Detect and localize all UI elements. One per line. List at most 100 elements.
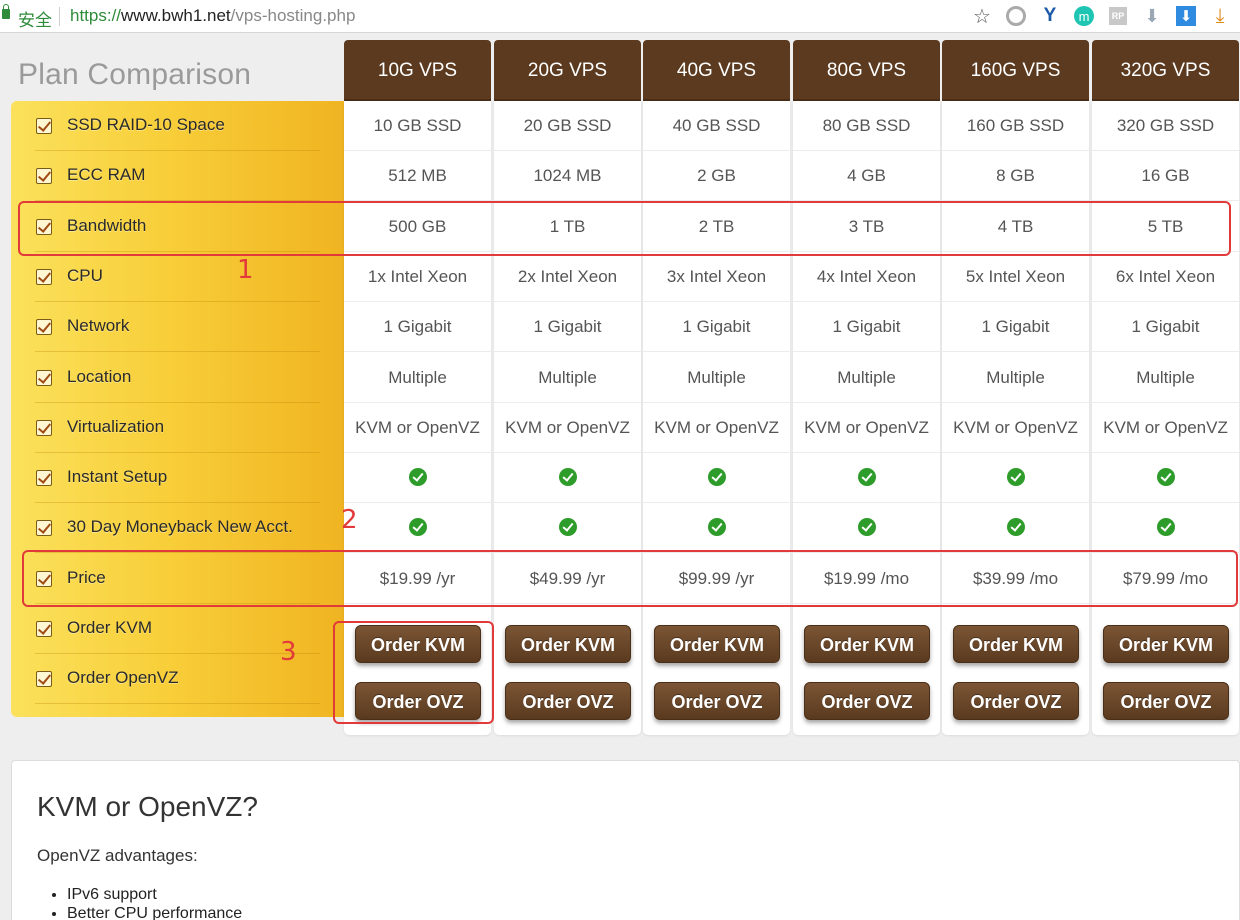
green-check-icon xyxy=(408,468,427,487)
plan-cell-moneyback xyxy=(344,503,491,554)
feature-label: Network xyxy=(67,316,130,336)
plan-cell-location: Multiple xyxy=(793,353,940,403)
plan-cell-location: Multiple xyxy=(1092,353,1239,403)
plan-cell-virt: KVM or OpenVZ xyxy=(344,403,491,453)
plan-cell-location: Multiple xyxy=(494,353,641,403)
feature-label: SSD RAID-10 Space xyxy=(67,115,225,134)
plan-cell-ssd: 20 GB SSD xyxy=(494,101,641,151)
plan-cell-location: Multiple xyxy=(643,353,790,403)
url-scheme: https:// xyxy=(70,6,122,25)
plan-cell-ssd: 320 GB SSD xyxy=(1092,101,1239,151)
plan-cell-location: Multiple xyxy=(942,353,1089,403)
extension-rp-icon[interactable]: RP xyxy=(1106,4,1130,28)
plan-cell-ssd: 40 GB SSD xyxy=(643,101,790,151)
plan-cell-ram: 512 MB xyxy=(344,151,491,202)
extension-m-icon[interactable]: m xyxy=(1072,4,1096,28)
plan-cell-instant-setup xyxy=(1092,453,1239,504)
green-check-icon xyxy=(857,468,876,487)
plan-cell-network: 1 Gigabit xyxy=(1092,302,1239,353)
plan-header: 320G VPS xyxy=(1092,40,1239,101)
url-text[interactable]: https://www.bwh1.net/vps-hosting.php xyxy=(70,6,355,26)
plan-cell-cpu: 6x Intel Xeon xyxy=(1092,252,1239,302)
order-ovz-button[interactable]: Order OVZ xyxy=(1103,682,1229,720)
order-ovz-button[interactable]: Order OVZ xyxy=(505,682,631,720)
plan-cell-cpu: 4x Intel Xeon xyxy=(793,252,940,302)
checkbox-icon xyxy=(36,319,52,336)
plan-cell-network: 1 Gigabit xyxy=(793,302,940,353)
download-tray-icon[interactable]: ⤓ xyxy=(1208,4,1232,28)
plan-cell-instant-setup xyxy=(793,453,940,504)
order-kvm-button[interactable]: Order KVM xyxy=(505,625,631,663)
extension-g-icon[interactable] xyxy=(1004,4,1028,28)
green-check-icon xyxy=(558,468,577,487)
info-subheading: OpenVZ advantages: xyxy=(37,846,198,865)
plan-cell-virt: KVM or OpenVZ xyxy=(643,403,790,453)
plan-cell-instant-setup xyxy=(494,453,641,504)
plan-cell-ram: 1024 MB xyxy=(494,151,641,202)
plan-cell-ram: 2 GB xyxy=(643,151,790,202)
plan-cell-cpu: 3x Intel Xeon xyxy=(643,252,790,302)
info-heading: KVM or OpenVZ? xyxy=(37,791,258,822)
green-check-icon xyxy=(1006,518,1025,537)
plan-name: 40G VPS xyxy=(676,60,757,81)
green-check-icon xyxy=(707,468,726,487)
plan-cell-ram: 4 GB xyxy=(793,151,940,202)
plan-cell-virt: KVM or OpenVZ xyxy=(1092,403,1239,453)
green-check-icon xyxy=(857,518,876,537)
order-kvm-button[interactable]: Order KVM xyxy=(654,625,780,663)
url-path: /vps-hosting.php xyxy=(230,6,356,25)
checkbox-icon xyxy=(36,419,52,436)
annotation-box-bandwidth xyxy=(18,201,1231,256)
info-bullet: IPv6 support xyxy=(67,885,242,904)
order-kvm-button[interactable]: Order KVM xyxy=(1103,625,1229,663)
plan-name: 10G VPS xyxy=(377,60,458,81)
download-arrow-icon[interactable]: ⬇ xyxy=(1140,4,1164,28)
feature-panel: SSD RAID-10 Space ECC RAM Bandwidth CPU Netw… xyxy=(11,101,344,717)
annotation-number-3: 3 xyxy=(280,637,297,667)
green-check-icon xyxy=(558,518,577,537)
order-kvm-button[interactable]: Order KVM xyxy=(804,625,930,663)
plan-header: 80G VPS xyxy=(793,40,940,101)
feature-label: CPU xyxy=(67,265,103,285)
green-check-icon xyxy=(1156,518,1175,537)
plan-cell-virt: KVM or OpenVZ xyxy=(942,403,1089,453)
order-kvm-button[interactable]: Order KVM xyxy=(953,625,1079,663)
plan-cell-cpu: 1x Intel Xeon xyxy=(344,252,491,302)
plan-column: 20 GB SSD 1024 MB 1 TB 2x Intel Xeon 1 Gigab… xyxy=(494,101,641,735)
star-icon[interactable]: ☆ xyxy=(970,4,994,28)
plan-name: 80G VPS xyxy=(826,60,907,81)
checkbox-icon xyxy=(36,369,52,386)
extension-y-icon[interactable]: Y xyxy=(1038,4,1062,28)
info-card: KVM or OpenVZ? OpenVZ advantages: IPv6 s… xyxy=(11,760,1240,920)
annotation-number-2: 2 xyxy=(341,505,358,535)
feature-row: CPU xyxy=(11,252,344,302)
order-ovz-button[interactable]: Order OVZ xyxy=(953,682,1079,720)
feature-label: 30 Day Moneyback New Acct. xyxy=(67,517,293,537)
plan-cell-cpu: 2x Intel Xeon xyxy=(494,252,641,302)
plan-column: 320 GB SSD 16 GB 5 TB 6x Intel Xeon 1 Gigabi… xyxy=(1092,101,1239,735)
feature-label: Order OpenVZ xyxy=(67,668,179,688)
plan-cell-network: 1 Gigabit xyxy=(344,302,491,353)
feature-row: Virtualization xyxy=(11,403,344,453)
download-box-icon[interactable]: ⬇ xyxy=(1174,4,1198,28)
plan-cell-ssd: 10 GB SSD xyxy=(344,101,491,151)
green-check-icon xyxy=(1006,468,1025,487)
plan-name: 160G VPS xyxy=(970,60,1061,81)
plan-cell-instant-setup xyxy=(344,453,491,504)
plan-cell-network: 1 Gigabit xyxy=(494,302,641,353)
feature-row: 30 Day Moneyback New Acct. xyxy=(11,503,344,554)
page-title: Plan Comparison xyxy=(18,58,252,91)
plan-header: 40G VPS xyxy=(643,40,790,101)
plan-cell-network: 1 Gigabit xyxy=(942,302,1089,353)
feature-label: Location xyxy=(67,366,132,386)
feature-label: Order KVM xyxy=(67,618,153,637)
address-bar[interactable]: 安全 https://www.bwh1.net/vps-hosting.php … xyxy=(0,0,1240,33)
order-ovz-button[interactable]: Order OVZ xyxy=(804,682,930,720)
info-bullet: Better CPU performance xyxy=(67,904,242,920)
order-ovz-button[interactable]: Order OVZ xyxy=(654,682,780,720)
plan-cell-instant-setup xyxy=(643,453,790,504)
plan-cell-moneyback xyxy=(1092,503,1239,554)
plan-name: 20G VPS xyxy=(527,60,608,81)
info-bullet-list: IPv6 support Better CPU performance xyxy=(67,885,242,920)
plan-cell-moneyback xyxy=(494,503,641,554)
